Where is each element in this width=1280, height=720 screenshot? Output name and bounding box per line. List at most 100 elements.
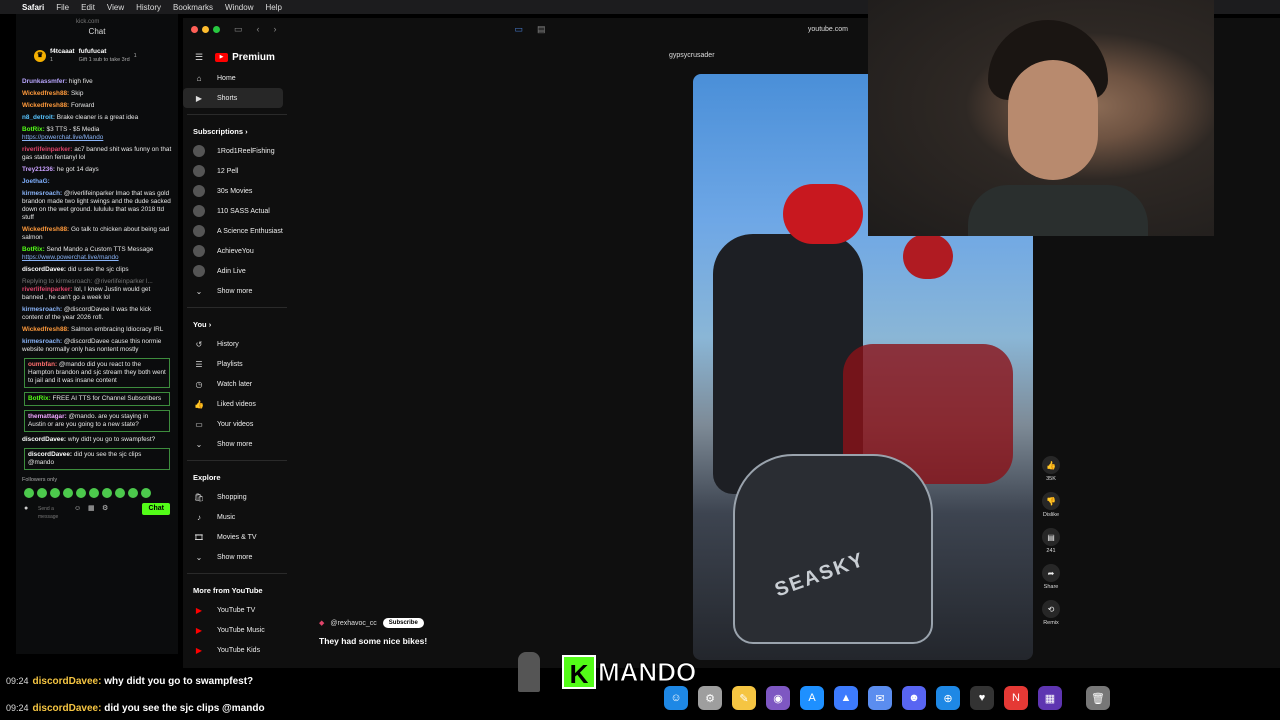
emote-icon[interactable]	[76, 488, 86, 498]
nav-item-movies-tv[interactable]: 🎞 Movies & TV	[183, 527, 293, 547]
overlay-channel-name[interactable]: @rexhavoc_cc	[330, 620, 376, 627]
chat-link[interactable]: https://powerchat.live/Mando	[22, 134, 103, 141]
finder-icon[interactable]: ☺	[664, 686, 688, 710]
back-icon[interactable]: ‹	[257, 24, 260, 34]
menu-file[interactable]: File	[50, 3, 75, 12]
chat-username[interactable]: BotRix:	[22, 126, 45, 133]
subscription-item[interactable]: Adin Live	[183, 261, 293, 281]
launchpad-icon[interactable]: ⚙	[698, 686, 722, 710]
forward-icon[interactable]: ›	[274, 24, 277, 34]
nav-item-youtube-music[interactable]: ▶ YouTube Music	[183, 620, 293, 640]
show-more-subscriptions[interactable]: ⌄ Show more	[183, 281, 293, 301]
chat-input[interactable]: Send a message	[38, 505, 68, 520]
emote-icon[interactable]	[50, 488, 60, 498]
nav-item-shopping[interactable]: 🛍 Shopping	[183, 487, 293, 507]
send-chat-button[interactable]: Chat	[142, 503, 170, 515]
chat-username[interactable]: n8_detroit:	[22, 114, 55, 121]
you-header[interactable]: You ›	[183, 314, 293, 334]
chat-username[interactable]: kirmesroach:	[22, 306, 62, 313]
zoom-window-icon[interactable]	[213, 25, 220, 33]
emote-icon[interactable]	[115, 488, 125, 498]
nav-item-youtube-kids[interactable]: ▶ YouTube Kids	[183, 640, 293, 660]
nav-item-youtube-tv[interactable]: ▶ YouTube TV	[183, 600, 293, 620]
chat-username[interactable]: Drunkassmfer:	[22, 78, 67, 85]
chat-username[interactable]: Wickedfresh88:	[22, 90, 69, 97]
nav-item-music[interactable]: ♪ Music	[183, 507, 293, 527]
minimize-window-icon[interactable]	[202, 25, 209, 33]
chat-username[interactable]: Wickedfresh88:	[22, 226, 69, 233]
mail-icon[interactable]: ✉	[868, 686, 892, 710]
chat-username[interactable]: riverlifeinparker:	[22, 146, 72, 153]
emote-icon[interactable]	[102, 488, 112, 498]
remix-button[interactable]: ⟲	[1042, 600, 1060, 618]
activity-monitor-icon[interactable]: ♥	[970, 686, 994, 710]
nav-item-liked-videos[interactable]: 👍 Liked videos	[183, 394, 293, 414]
menu-window[interactable]: Window	[219, 3, 259, 12]
chat-username[interactable]: BotRix:	[22, 246, 45, 253]
chat-username[interactable]: discordDavee:	[22, 266, 66, 273]
share-button[interactable]: ➦	[1042, 564, 1060, 582]
chat-username[interactable]: Wickedfresh88:	[22, 102, 69, 109]
menu-icon[interactable]: ☰	[195, 52, 203, 63]
chat-username[interactable]: discordDavee:	[28, 451, 72, 458]
menu-history[interactable]: History	[130, 3, 167, 12]
nav-item-history[interactable]: ↺ History	[183, 334, 293, 354]
news-icon[interactable]: N	[1004, 686, 1028, 710]
chat-username[interactable]: riverlifeinparker:	[22, 286, 72, 293]
youtube-logo[interactable]: ☰ ▶ Premium	[183, 46, 293, 68]
emote-icon[interactable]	[128, 488, 138, 498]
appstore-icon[interactable]: A	[800, 686, 824, 710]
emote-icon[interactable]	[63, 488, 73, 498]
dislike-button[interactable]: 👎	[1042, 492, 1060, 510]
chat-username[interactable]: Trey21236:	[22, 166, 55, 173]
menu-safari[interactable]: Safari	[16, 3, 50, 12]
show-more-explore[interactable]: ⌄ Show more	[183, 547, 293, 567]
emote-icon[interactable]	[89, 488, 99, 498]
tab-icon[interactable]: ▭	[515, 24, 524, 35]
channel-avatar-icon[interactable]: ◆	[319, 619, 324, 627]
address-bar[interactable]: youtube.com	[808, 26, 848, 33]
discord-icon[interactable]: ☻	[902, 686, 926, 710]
emote-icon[interactable]	[141, 488, 151, 498]
show-more-you[interactable]: ⌄ Show more	[183, 434, 293, 454]
subscriptions-header[interactable]: Subscriptions ›	[183, 121, 293, 141]
nav-item-home[interactable]: ⌂ Home	[183, 68, 293, 88]
subscription-item[interactable]: A Science Enthusiast	[183, 221, 293, 241]
menu-edit[interactable]: Edit	[75, 3, 101, 12]
short-channel-name[interactable]: gypsycrusader	[669, 52, 715, 59]
apps-grid-icon[interactable]: ▦	[1038, 686, 1062, 710]
chat-username[interactable]: JoethaG:	[22, 178, 50, 185]
app-icon[interactable]: ◉	[766, 686, 790, 710]
emote-icon[interactable]	[24, 488, 34, 498]
mic-icon[interactable]: ●	[24, 505, 32, 513]
chat-link[interactable]: https://www.powerchat.live/mando	[22, 254, 119, 261]
nav-item-playlists[interactable]: ☰ Playlists	[183, 354, 293, 374]
comments-button[interactable]: ▤	[1042, 528, 1060, 546]
chat-username[interactable]: kirmesroach:	[22, 338, 62, 345]
nav-item-watch-later[interactable]: ◷ Watch later	[183, 374, 293, 394]
nav-item-your-videos[interactable]: ▭ Your videos	[183, 414, 293, 434]
chat-username[interactable]: Wickedfresh88:	[22, 326, 69, 333]
emote-icon[interactable]	[37, 488, 47, 498]
emoji-icon[interactable]: ☺	[74, 505, 82, 513]
safari-icon[interactable]: ⊕	[936, 686, 960, 710]
chat-username[interactable]: BotRix:	[28, 395, 51, 402]
chat-username[interactable]: kirmesroach:	[22, 190, 62, 197]
chat-username[interactable]: discordDavee:	[22, 436, 66, 443]
menu-help[interactable]: Help	[259, 3, 287, 12]
nav-item-shorts[interactable]: ▶ Shorts	[183, 88, 283, 108]
sidebar-toggle-icon[interactable]: ▭	[234, 24, 243, 35]
gear-icon[interactable]: ⚙	[102, 505, 110, 513]
notes-icon[interactable]: ✎	[732, 686, 756, 710]
subscription-item[interactable]: 12 Pell	[183, 161, 293, 181]
reader-icon[interactable]: ▤	[537, 24, 546, 35]
subscription-item[interactable]: AchieveYou	[183, 241, 293, 261]
grid-icon[interactable]: ▦	[88, 505, 96, 513]
chat-username[interactable]: themattagar:	[28, 413, 67, 420]
subscription-item[interactable]: 30s Movies	[183, 181, 293, 201]
subscription-item[interactable]: 1Rod1ReelFishing	[183, 141, 293, 161]
trash-icon[interactable]: 🗑	[1086, 686, 1110, 710]
menu-view[interactable]: View	[101, 3, 130, 12]
like-button[interactable]: 👍	[1042, 456, 1060, 474]
menu-bookmarks[interactable]: Bookmarks	[167, 3, 219, 12]
